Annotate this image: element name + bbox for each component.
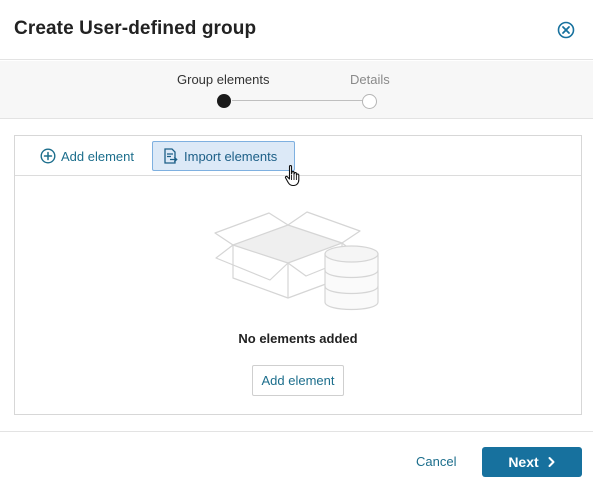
plus-circle-icon bbox=[40, 148, 56, 164]
elements-panel: Add element Import elements No elements … bbox=[14, 135, 582, 415]
hand-pointer-icon bbox=[284, 164, 300, 187]
step-details-dot bbox=[362, 94, 377, 109]
next-button[interactable]: Next bbox=[482, 447, 582, 477]
stepper-connector bbox=[232, 100, 363, 101]
empty-box-database-icon bbox=[214, 211, 379, 311]
add-element-empty-button[interactable]: Add element bbox=[252, 365, 344, 396]
elements-toolbar: Add element Import elements bbox=[15, 136, 581, 187]
add-element-label: Add element bbox=[61, 148, 134, 164]
next-label: Next bbox=[508, 454, 539, 470]
footer-divider bbox=[0, 431, 593, 432]
import-document-icon bbox=[164, 148, 178, 164]
dialog-title: Create User-defined group bbox=[14, 18, 257, 39]
import-elements-button[interactable]: Import elements bbox=[152, 141, 295, 171]
chevron-right-icon bbox=[548, 457, 555, 467]
empty-state-message: No elements added bbox=[238, 331, 358, 346]
import-elements-label: Import elements bbox=[184, 148, 278, 164]
dialog-header: Create User-defined group bbox=[0, 0, 593, 60]
wizard-stepper: Group elements Details bbox=[0, 61, 593, 119]
close-icon[interactable] bbox=[557, 21, 575, 39]
add-element-button[interactable]: Add element bbox=[40, 148, 134, 164]
step-group-elements-dot bbox=[217, 94, 231, 108]
step-details-label: Details bbox=[350, 72, 390, 87]
step-group-elements-label: Group elements bbox=[177, 72, 270, 87]
cancel-button[interactable]: Cancel bbox=[416, 454, 456, 469]
